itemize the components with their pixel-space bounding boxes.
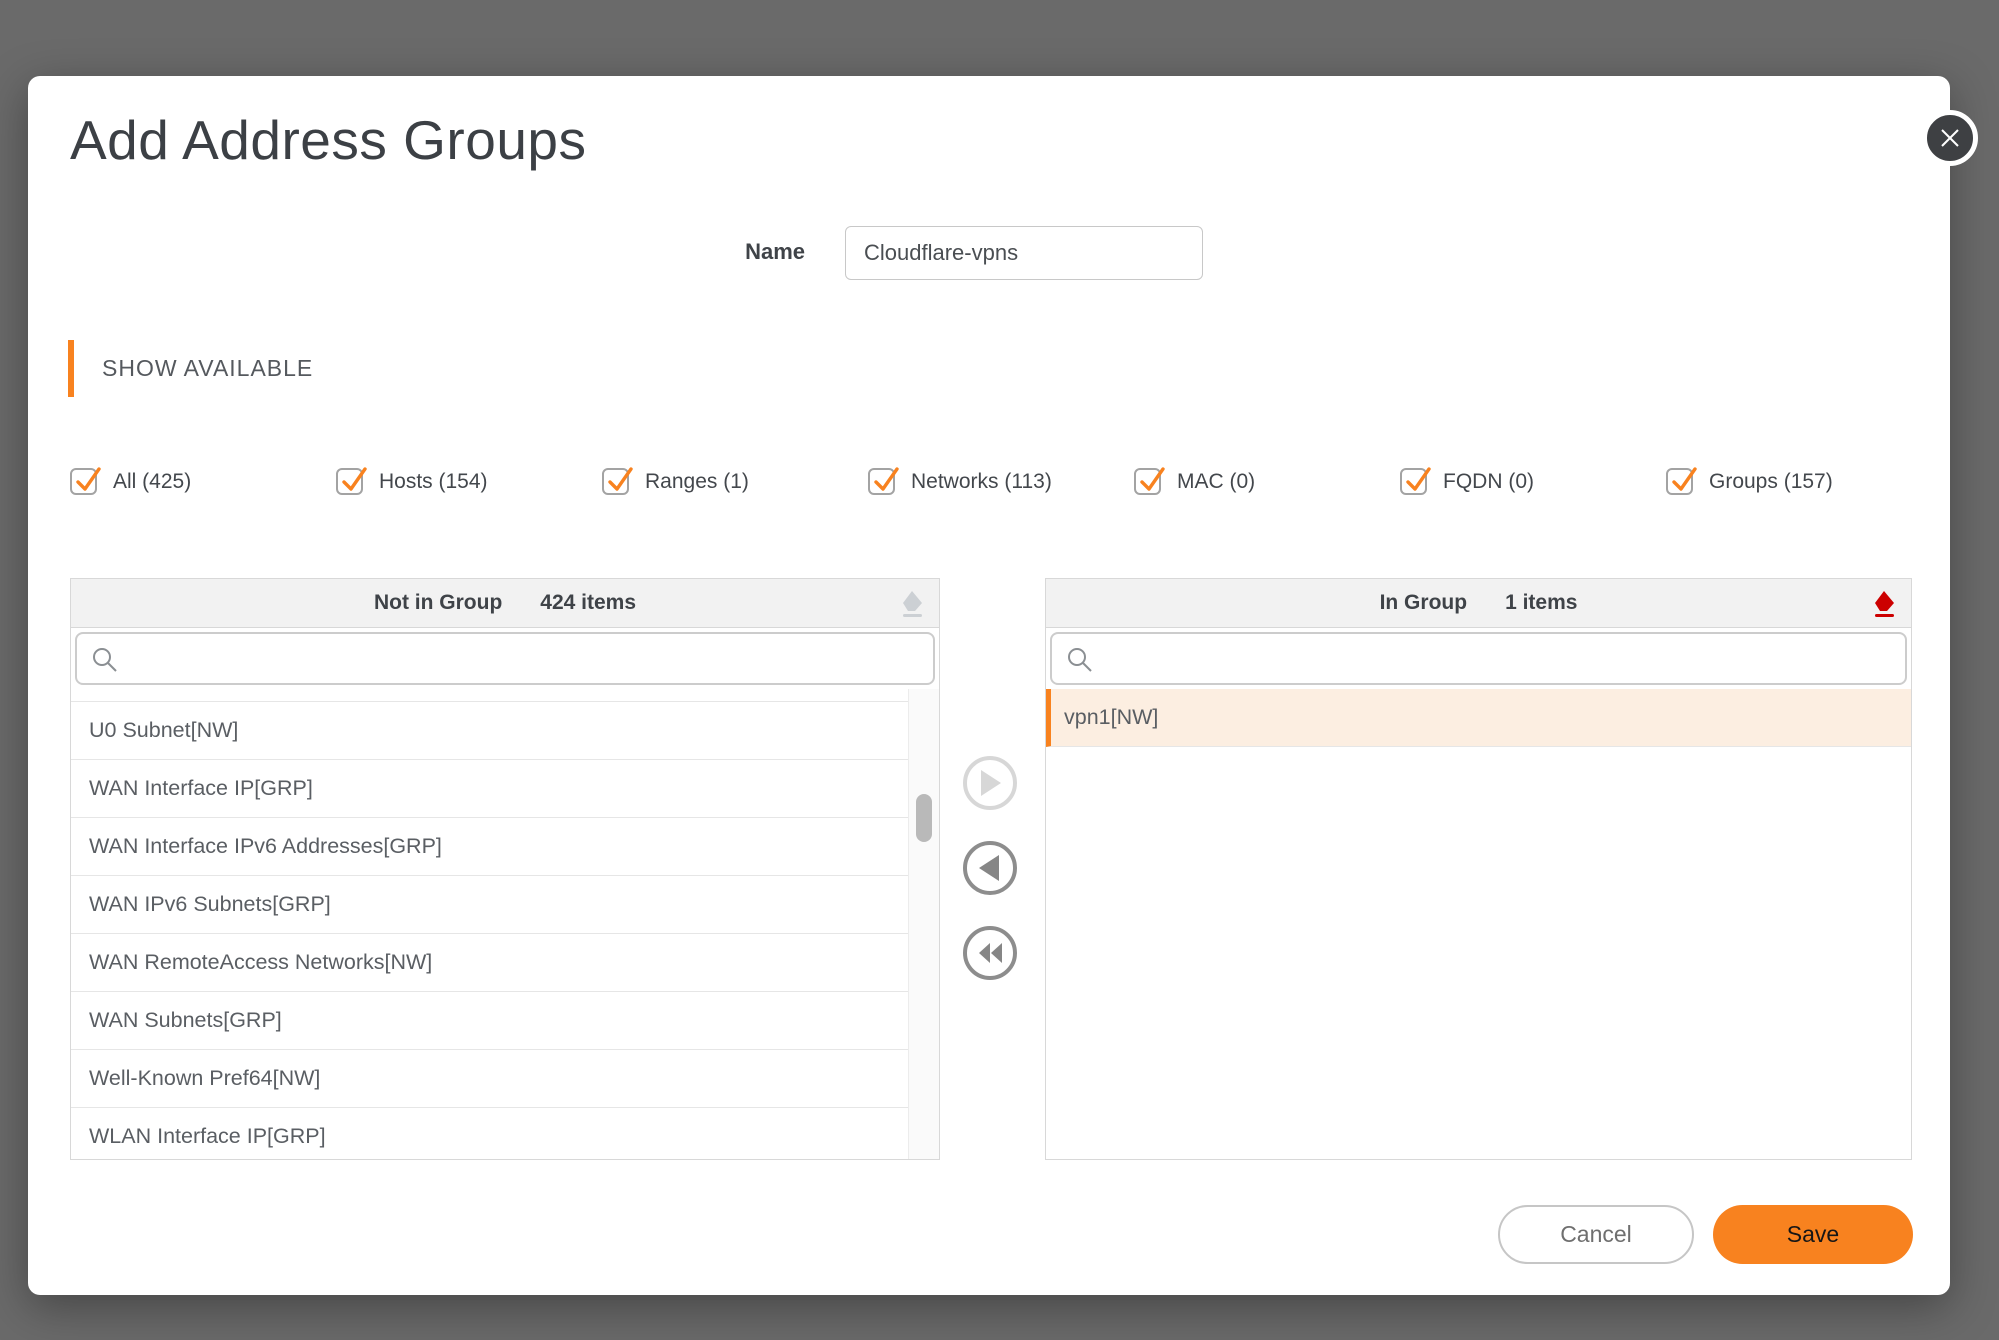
in-group-count: 1 items [1505, 591, 1578, 614]
list-item[interactable]: WAN Subnets[GRP] [71, 992, 908, 1050]
in-group-body: vpn1[NW] [1045, 628, 1912, 1160]
list-item-label: WAN Subnets[GRP] [89, 1008, 282, 1032]
checkbox[interactable] [1400, 467, 1431, 496]
list-item-label: WAN RemoteAccess Networks[NW] [89, 950, 433, 974]
in-group-title: In Group [1379, 591, 1468, 614]
not-in-group-body: U0 Subnet[NW] WAN Interface IP[GRP] WAN … [70, 628, 940, 1160]
not-in-group-list: U0 Subnet[NW] WAN Interface IP[GRP] WAN … [71, 689, 908, 1159]
not-in-group-panel: Not in Group 424 items U0 Subnet[NW] WAN… [70, 578, 940, 1160]
list-item[interactable]: WAN Interface IPv6 Addresses[GRP] [71, 818, 908, 876]
list-item[interactable]: U0 Subnet[NW] [71, 702, 908, 760]
checkmark-icon [76, 467, 101, 491]
list-item[interactable]: Well-Known Pref64[NW] [71, 1050, 908, 1108]
in-group-list: vpn1[NW] [1046, 689, 1911, 1159]
checkmark-icon [1406, 467, 1431, 491]
checkbox[interactable] [1666, 467, 1697, 496]
checkmark-icon [608, 467, 633, 491]
list-item-label: Well-Known Pref64[NW] [89, 1066, 321, 1090]
add-address-groups-dialog: Add Address Groups Name SHOW AVAILABLE A… [28, 76, 1978, 1295]
checkbox[interactable] [868, 467, 899, 496]
not-in-group-search-input[interactable] [77, 634, 933, 683]
list-item[interactable]: WAN RemoteAccess Networks[NW] [71, 934, 908, 992]
list-item[interactable]: WAN IPv6 Subnets[GRP] [71, 876, 908, 934]
eraser-icon [903, 591, 922, 617]
scrolled-row-sliver [71, 689, 908, 702]
in-group-search-input[interactable] [1052, 634, 1905, 683]
checkbox[interactable] [70, 467, 101, 496]
move-right-button[interactable] [963, 756, 1017, 810]
cancel-button[interactable]: Cancel [1498, 1205, 1694, 1264]
filter-label: All (425) [113, 470, 192, 493]
filter-checkbox-item[interactable]: Networks (113) [868, 466, 1134, 498]
arrow-left-icon [979, 855, 999, 881]
list-item-label: WLAN Interface IP[GRP] [89, 1124, 326, 1148]
filter-checkbox-item[interactable]: FQDN (0) [1400, 466, 1666, 498]
list-item-label: WAN Interface IPv6 Addresses[GRP] [89, 834, 442, 858]
filter-checkbox-item[interactable]: Ranges (1) [602, 466, 868, 498]
section-title: SHOW AVAILABLE [102, 355, 314, 381]
checkmark-icon [1672, 467, 1697, 491]
list-item[interactable]: vpn1[NW] [1046, 689, 1911, 747]
filter-label: Groups (157) [1709, 470, 1833, 493]
list-item[interactable]: WLAN Interface IP[GRP] [71, 1108, 908, 1159]
move-left-button[interactable] [963, 841, 1017, 895]
scrollbar-thumb[interactable] [916, 794, 932, 842]
filter-label: MAC (0) [1177, 470, 1256, 493]
not-in-group-header: Not in Group 424 items [70, 578, 940, 628]
name-input[interactable] [845, 226, 1203, 280]
filter-checkbox-item[interactable]: MAC (0) [1134, 466, 1400, 498]
not-in-group-count: 424 items [540, 591, 637, 614]
close-icon [1941, 129, 1959, 147]
clear-not-in-group-button[interactable] [899, 590, 925, 618]
in-group-header: In Group 1 items [1045, 578, 1912, 628]
clear-in-group-button[interactable] [1871, 590, 1897, 618]
vertical-scrollbar-track[interactable] [908, 689, 939, 1159]
list-item-label: WAN IPv6 Subnets[GRP] [89, 892, 331, 916]
name-label: Name [745, 239, 805, 264]
transfer-controls [963, 756, 1017, 980]
type-filter-row: All (425) Hosts (154) Ranges (1) Network… [70, 466, 1932, 498]
checkbox[interactable] [336, 467, 367, 496]
filter-checkbox-item[interactable]: Groups (157) [1666, 466, 1932, 498]
checkmark-icon [874, 467, 899, 491]
checkbox[interactable] [1134, 467, 1165, 496]
checkmark-icon [342, 467, 367, 491]
list-item[interactable]: WAN Interface IP[GRP] [71, 760, 908, 818]
arrow-right-icon [981, 770, 1001, 796]
in-group-searchbox [1050, 632, 1907, 685]
filter-label: FQDN (0) [1443, 470, 1534, 493]
list-item-label: vpn1[NW] [1064, 705, 1159, 729]
not-in-group-title: Not in Group [373, 591, 503, 614]
screen-overlay: { "colors": { "accent": "#F8821F", "acce… [0, 0, 1999, 1340]
close-button[interactable] [1922, 110, 1978, 166]
filter-label: Networks (113) [911, 470, 1052, 493]
move-all-left-button[interactable] [963, 926, 1017, 980]
list-item-label: U0 Subnet[NW] [89, 718, 239, 742]
list-item-label: WAN Interface IP[GRP] [89, 776, 313, 800]
filter-label: Ranges (1) [645, 470, 749, 493]
save-button[interactable]: Save [1713, 1205, 1913, 1264]
filter-checkbox-item[interactable]: All (425) [70, 466, 336, 498]
in-group-panel: In Group 1 items vpn1[NW] [1045, 578, 1912, 1160]
show-available-section-header: SHOW AVAILABLE [68, 340, 313, 397]
double-arrow-left-icon [979, 943, 1002, 963]
filter-label: Hosts (154) [379, 470, 488, 493]
not-in-group-searchbox [75, 632, 935, 685]
checkbox[interactable] [602, 467, 633, 496]
section-accent-bar [68, 340, 74, 397]
checkmark-icon [1140, 467, 1165, 491]
filter-checkbox-item[interactable]: Hosts (154) [336, 466, 602, 498]
eraser-icon [1875, 591, 1894, 617]
page-title: Add Address Groups [70, 109, 587, 171]
